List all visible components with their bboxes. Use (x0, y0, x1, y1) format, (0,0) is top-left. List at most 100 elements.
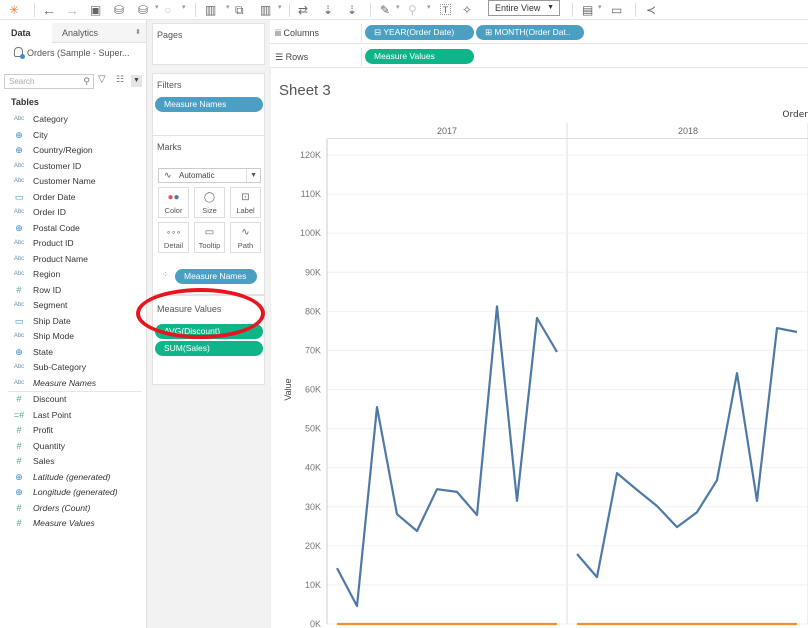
chevron-down-icon[interactable]: ▾ (278, 3, 282, 11)
clear-sheet-icon[interactable]: ▥ (260, 2, 271, 18)
label-icon: ⊡ (241, 192, 250, 203)
chevron-down-icon[interactable]: ▾ (427, 3, 431, 11)
datasource-item[interactable]: Orders (Sample - Super... (14, 47, 130, 59)
field-item[interactable]: Abc Ship Mode (0, 329, 146, 345)
field-item[interactable]: Abc Region (0, 267, 146, 283)
field-item[interactable]: Abc Product ID (0, 236, 146, 252)
fit-view-select[interactable]: Entire View ▼ (488, 0, 560, 16)
field-item[interactable]: ▭ Order Date (0, 190, 146, 206)
database-icon (14, 47, 25, 59)
columns-shelf[interactable]: iii Columns ⊟ YEAR(Order Date) ⊞ MONTH(O… (270, 22, 808, 44)
field-name: Measure Values (33, 518, 95, 528)
field-item[interactable]: Abc Order ID (0, 205, 146, 221)
columns-pill-month-order-date[interactable]: ⊞ MONTH(Order Dat.. (476, 25, 584, 40)
tab-analytics[interactable]: Analytics ⬍ (52, 23, 146, 43)
field-item[interactable]: Abc Segment (0, 298, 146, 314)
duplicate-sheet-icon[interactable]: ⧉ (235, 2, 244, 18)
measure-pill-sum-sales[interactable]: SUM(Sales) (155, 341, 263, 356)
field-item[interactable]: Abc Sub-Category (0, 360, 146, 376)
field-item[interactable]: ⊕ City (0, 128, 146, 144)
columns-icon: iii (275, 28, 284, 38)
y-tick-label: 90K (305, 267, 321, 277)
field-item[interactable]: # Sales (0, 454, 146, 470)
chevron-down-icon[interactable]: ▾ (598, 3, 602, 11)
field-item[interactable]: ▭ Ship Date (0, 314, 146, 330)
marks-size-button[interactable]: ◯ Size (194, 187, 225, 218)
marks-path-button[interactable]: ∿ Path (230, 222, 261, 253)
columns-pill-year-order-date[interactable]: ⊟ YEAR(Order Date) (365, 25, 474, 40)
new-worksheet-icon[interactable]: ▥ (205, 2, 216, 18)
sort-icon[interactable]: ⬍ (135, 23, 141, 43)
mark-type-select[interactable]: ∿ Automatic ▼ (158, 168, 261, 183)
field-item[interactable]: Abc Category (0, 112, 146, 128)
tab-data[interactable]: Data (0, 23, 52, 43)
field-item[interactable]: Abc Customer Name (0, 174, 146, 190)
save-icon[interactable]: ▣ (90, 2, 101, 18)
marks-detail-button[interactable]: ∘∘∘ Detail (158, 222, 189, 253)
filter-pill-measure-names[interactable]: Measure Names (155, 97, 263, 112)
field-item[interactable]: # Measure Values (0, 516, 146, 532)
columns-shelf-label: iii Columns (270, 24, 362, 42)
marks-color-button[interactable]: ●● Color (158, 187, 189, 218)
redo-icon[interactable]: → (65, 2, 79, 18)
chevron-down-icon[interactable]: ▼ (131, 75, 142, 87)
field-item[interactable]: # Profit (0, 423, 146, 439)
field-item[interactable]: ⊕ Country/Region (0, 143, 146, 159)
toolbar-divider (195, 3, 196, 17)
field-item[interactable]: ⊕ Latitude (generated) (0, 470, 146, 486)
field-item[interactable]: =# Last Point (0, 408, 146, 424)
sort-ascending-icon[interactable]: ⇣ (323, 2, 333, 18)
chevron-down-icon[interactable]: ▾ (226, 3, 230, 11)
view-grid-icon[interactable]: ☷ (116, 74, 124, 85)
chevron-down-icon[interactable]: ▾ (396, 3, 400, 11)
globe-icon: ⊕ (15, 222, 23, 233)
search-input[interactable]: Search ⚲ (4, 74, 94, 89)
field-item[interactable]: Abc Product Name (0, 252, 146, 268)
field-item[interactable]: # Orders (Count) (0, 501, 146, 517)
tableau-logo-icon[interactable]: ✳ (9, 2, 19, 18)
marks-tooltip-button[interactable]: ▭ Tooltip (194, 222, 225, 253)
field-item[interactable]: Abc Measure Names (0, 376, 146, 392)
globe-icon: ⊕ (15, 145, 23, 155)
rows-shelf[interactable]: ☰ Rows Measure Values (270, 46, 808, 68)
marks-detail-label: Detail (163, 241, 184, 250)
pane-tabs: Data Analytics ⬍ (0, 23, 146, 43)
show-cards-icon[interactable]: ▤ (582, 2, 593, 18)
undo-icon[interactable]: ← (42, 2, 56, 18)
field-item[interactable]: # Discount (0, 392, 146, 408)
sort-descending-icon[interactable]: ⇣ (347, 2, 357, 18)
chevron-down-icon[interactable]: ▾ (155, 3, 159, 11)
new-datasource-icon[interactable]: ⛁ (114, 2, 124, 18)
field-name: Sub-Category (33, 362, 87, 372)
pill-text: YEAR(Order Date) (383, 27, 455, 37)
marks-pill-measure-names[interactable]: Measure Names (175, 269, 257, 284)
y-tick-label: 20K (305, 541, 321, 551)
highlight-icon[interactable]: ✎ (380, 2, 390, 18)
data-pane: Data Analytics ⬍ Orders (Sample - Super.… (0, 20, 147, 628)
string-type-icon: Abc (13, 209, 25, 215)
field-item[interactable]: # Row ID (0, 283, 146, 299)
color-icon: ●● (167, 192, 180, 203)
pause-updates-icon[interactable]: ⛁ (138, 2, 148, 18)
field-item[interactable]: Abc Customer ID (0, 159, 146, 175)
marks-label-button[interactable]: ⊡ Label (230, 187, 261, 218)
field-name: Order ID (33, 207, 66, 217)
filter-icon[interactable]: ▽ (98, 74, 106, 85)
presentation-icon[interactable]: ▭ (611, 2, 622, 18)
field-item[interactable]: ⊕ Postal Code (0, 221, 146, 237)
field-item[interactable]: # Quantity (0, 439, 146, 455)
field-name: Segment (33, 300, 68, 310)
field-item[interactable]: ⊕ State (0, 345, 146, 361)
y-tick-label: 10K (305, 580, 321, 590)
group-icon[interactable]: ⚲ (408, 2, 417, 18)
field-list: Abc Category ⊕ City ⊕ Country/Region Abc Custom… (0, 112, 146, 532)
field-item[interactable]: ⊕ Longitude (generated) (0, 485, 146, 501)
chevron-down-icon[interactable]: ▾ (182, 3, 186, 11)
pin-icon[interactable]: ✧ (462, 2, 472, 18)
swap-icon[interactable]: ⇄ (298, 2, 308, 18)
pages-card[interactable]: Pages (152, 23, 265, 65)
share-icon[interactable]: ≺ (646, 2, 656, 18)
label-icon[interactable]: T (440, 4, 451, 15)
rows-pill-measure-values[interactable]: Measure Values (365, 49, 474, 64)
refresh-icon[interactable]: ○ (164, 2, 171, 18)
